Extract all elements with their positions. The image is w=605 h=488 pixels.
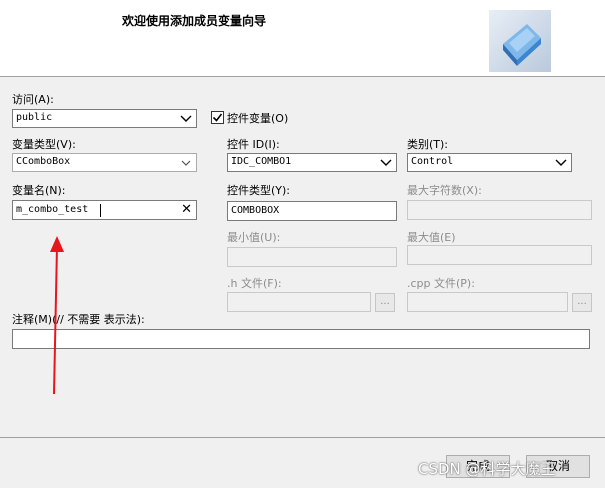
control-type-input[interactable]: COMBOBOX (227, 201, 397, 221)
chevron-down-icon (180, 115, 192, 122)
control-id-label: 控件 ID(I): (227, 138, 280, 151)
min-value-input (227, 247, 397, 267)
checkmark-icon (212, 113, 223, 122)
max-chars-input (407, 200, 592, 220)
h-file-label: .h 文件(F): (227, 277, 282, 290)
category-label: 类别(T): (407, 138, 449, 151)
category-combo[interactable]: Control (407, 153, 572, 172)
min-value-label: 最小值(U): (227, 231, 281, 244)
text-cursor (100, 204, 101, 217)
control-variable-checkbox[interactable] (211, 111, 224, 124)
variable-name-value: m_combo_test (16, 204, 89, 215)
access-value: public (16, 112, 53, 123)
footer-separator (0, 437, 605, 438)
red-arrow-annotation (50, 236, 64, 395)
watermark: CSDN @科学大魔王 (418, 460, 556, 478)
variable-name-input[interactable]: m_combo_test ✕ (12, 200, 197, 220)
h-file-input (227, 292, 371, 312)
comment-label: 注释(M)(// 不需要 表示法): (12, 313, 145, 326)
variable-name-label: 变量名(N): (12, 184, 66, 197)
chevron-down-icon (181, 160, 191, 166)
cpp-file-label: .cpp 文件(P): (407, 277, 475, 290)
access-label: 访问(A): (12, 93, 54, 106)
wizard-cube-icon (489, 10, 551, 72)
variable-type-value: CComboBox (16, 156, 71, 167)
comment-input[interactable] (12, 329, 590, 349)
cpp-file-input (407, 292, 568, 312)
control-type-value: COMBOBOX (231, 205, 280, 216)
max-chars-label: 最大字符数(X): (407, 184, 482, 197)
chevron-down-icon (555, 159, 567, 166)
max-value-input (407, 245, 592, 265)
category-value: Control (411, 156, 454, 167)
clear-icon[interactable]: ✕ (181, 202, 192, 217)
h-file-browse-button[interactable]: ... (375, 293, 395, 312)
access-combo[interactable]: public (12, 109, 197, 128)
cpp-file-browse-button[interactable]: ... (572, 293, 592, 312)
control-type-label: 控件类型(Y): (227, 184, 291, 197)
variable-type-label: 变量类型(V): (12, 138, 76, 151)
max-value-label: 最大值(E) (407, 231, 456, 244)
control-id-value: IDC_COMBO1 (231, 156, 292, 167)
control-id-combo[interactable]: IDC_COMBO1 (227, 153, 397, 172)
variable-type-combo[interactable]: CComboBox (12, 153, 197, 172)
wizard-title: 欢迎使用添加成员变量向导 (122, 14, 267, 28)
chevron-down-icon (380, 159, 392, 166)
control-variable-label: 控件变量(O) (227, 112, 289, 125)
